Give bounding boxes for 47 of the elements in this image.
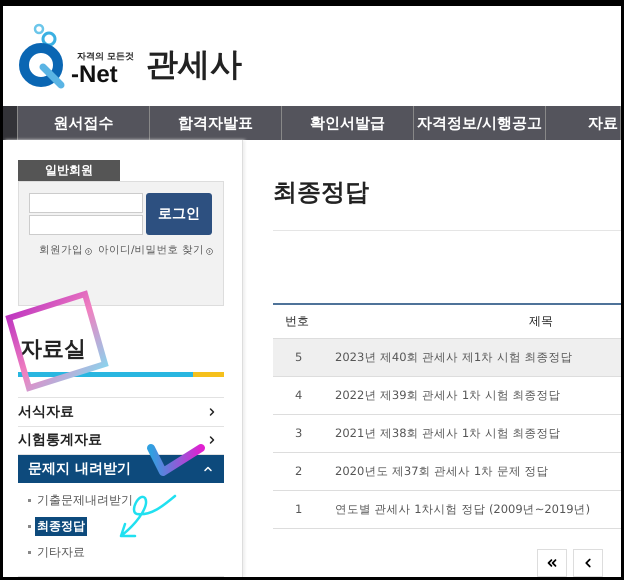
menu-label: 문제지 내려받기 bbox=[28, 460, 131, 478]
table-row[interactable]: 5 2023년 제40회 관세사 제1차 시험 최종정답 bbox=[273, 338, 621, 376]
menu-label: 시험통계자료 bbox=[18, 431, 102, 450]
nav-item[interactable]: 자료 bbox=[546, 106, 621, 140]
sidebar-menu-item[interactable]: 문제지 내려받기 bbox=[18, 454, 224, 483]
table-cell: 연도별 관세사 1차시험 정답 (2009년~2019년) bbox=[333, 490, 621, 528]
bullet-icon bbox=[28, 551, 31, 554]
table-row[interactable]: 1 연도별 관세사 1차시험 정답 (2009년~2019년) bbox=[273, 490, 621, 528]
nav-item[interactable]: 합격자발표 bbox=[150, 106, 282, 140]
nav-item[interactable]: 원서접수 bbox=[18, 106, 150, 140]
login-tab[interactable]: 일반회원 bbox=[18, 160, 120, 181]
table-cell: 1 bbox=[273, 490, 333, 528]
table-row[interactable]: 4 2022년 제39회 관세사 1차 시험 최종정답 bbox=[273, 376, 621, 414]
column-header: 번호 bbox=[273, 304, 333, 338]
sidebar-menu-item[interactable]: 서식자료 bbox=[18, 396, 224, 426]
column-header: 제목 bbox=[333, 304, 621, 338]
login-link[interactable]: 회원가입 bbox=[39, 242, 83, 257]
password-input[interactable] bbox=[29, 214, 143, 235]
table-row[interactable]: 3 2021년 제38회 관세사 1차 시험 최종정답 bbox=[273, 414, 621, 452]
previous-page-button[interactable] bbox=[573, 548, 603, 576]
bullet-icon bbox=[28, 499, 31, 502]
site-title: 관세사 bbox=[146, 44, 242, 85]
nav-item[interactable]: 확인서발급 bbox=[282, 106, 414, 140]
nav-edge-block bbox=[3, 106, 18, 140]
table-cell: 2022년 제39회 관세사 1차 시험 최종정답 bbox=[333, 376, 621, 414]
table-cell: 5 bbox=[273, 338, 333, 376]
table-cell: 3 bbox=[273, 414, 333, 452]
section-title: 자료실 bbox=[20, 336, 87, 364]
nav-item[interactable]: 자격정보/시행공고 bbox=[414, 106, 546, 140]
table-cell: 2 bbox=[273, 452, 333, 490]
table-cell: 2023년 제40회 관세사 제1차 시험 최종정답 bbox=[333, 338, 621, 376]
table-cell: 4 bbox=[273, 376, 333, 414]
menu-label: 서식자료 bbox=[18, 402, 74, 421]
logo-tagline: 자격의 모든것 bbox=[77, 51, 134, 63]
table-cell: 2020년도 제37회 관세사 1차 문제 정답 bbox=[333, 452, 621, 490]
id-input[interactable] bbox=[29, 192, 143, 213]
bullet-icon bbox=[28, 525, 31, 528]
logo-text: -Net bbox=[71, 63, 118, 87]
login-button[interactable]: 로그인 bbox=[146, 192, 212, 235]
submenu-item[interactable]: 기출문제내려받기 bbox=[35, 491, 135, 510]
table-cell: 2021년 제38회 관세사 1차 시험 최종정답 bbox=[333, 414, 621, 452]
login-link[interactable]: 아이디/비밀번호 찾기 bbox=[98, 242, 204, 257]
page-title: 최종정답 bbox=[273, 177, 370, 208]
table-row[interactable]: 2 2020년도 제37회 관세사 1차 문제 정답 bbox=[273, 452, 621, 490]
submenu-item[interactable]: 기타자료 bbox=[35, 543, 87, 562]
first-page-button[interactable] bbox=[537, 548, 567, 576]
submenu-item[interactable]: 최종정답 bbox=[35, 517, 87, 536]
